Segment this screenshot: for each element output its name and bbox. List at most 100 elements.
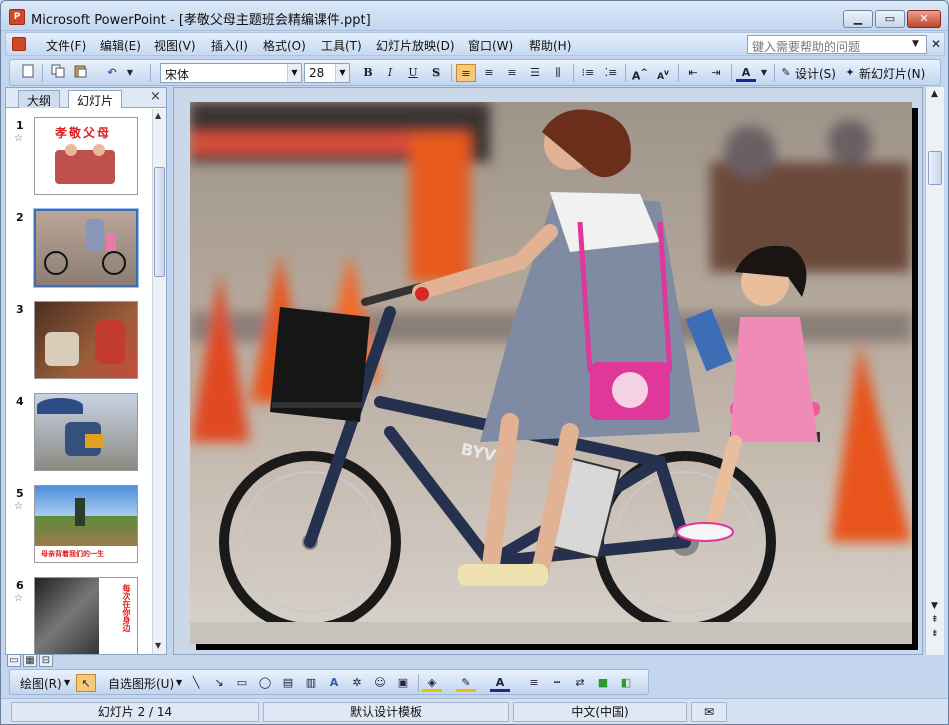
bullets-icon[interactable]: ⁚≡	[601, 64, 621, 82]
menu-slideshow[interactable]: 幻灯片放映(D)	[376, 37, 455, 54]
slide-thumbnail-1[interactable]: 1 ☆ 孝敬父母	[6, 113, 152, 201]
autoshapes-menu-button[interactable]: 自选图形(U)	[108, 675, 174, 692]
undo-icon[interactable]: ↶	[102, 64, 122, 82]
copy-icon[interactable]	[48, 64, 68, 82]
font-dropdown-icon[interactable]: ▼	[287, 64, 301, 82]
vertical-text-icon[interactable]: ⫼	[548, 64, 568, 82]
align-center-icon[interactable]: ≡	[479, 64, 499, 82]
shadow-button[interactable]: S	[426, 64, 446, 82]
design-button[interactable]: 设计(S)	[795, 65, 836, 82]
wordart-icon[interactable]: A	[324, 674, 344, 692]
new-slide-button[interactable]: 新幻灯片(N)	[859, 65, 925, 82]
diagram-icon[interactable]: ✲	[347, 674, 367, 692]
menu-edit[interactable]: 编辑(E)	[100, 37, 141, 54]
line-tool-icon[interactable]: ╲	[186, 674, 206, 692]
slide-sorter-view-icon[interactable]: ▦	[23, 654, 37, 667]
size-dropdown-icon[interactable]: ▼	[335, 64, 349, 82]
scroll-up-icon[interactable]: ▲	[155, 111, 161, 120]
underline-button[interactable]: U	[403, 64, 423, 82]
slide-scroll-thumb[interactable]	[928, 151, 942, 185]
line-style-icon[interactable]: ≡	[524, 674, 544, 692]
slide-thumbnail-4[interactable]: 4	[6, 389, 152, 477]
help-dropdown-icon[interactable]: ▼	[912, 39, 919, 49]
paste-icon[interactable]	[70, 64, 90, 82]
design-icon[interactable]: ✎	[776, 64, 796, 82]
slide-vertical-scrollbar[interactable]: ▲ ▼ ⇞ ⇟	[925, 87, 944, 655]
document-icon[interactable]	[12, 37, 26, 51]
bold-button[interactable]: B	[358, 64, 378, 82]
undo-dropdown-icon[interactable]: ▼	[120, 64, 140, 82]
vertical-textbox-icon[interactable]: ▥	[301, 674, 321, 692]
slide-thumbnail-2[interactable]: 2	[6, 205, 152, 293]
draw-menu-button[interactable]: 绘图(R)	[20, 675, 62, 692]
menu-window[interactable]: 窗口(W)	[468, 37, 513, 54]
font-name-select[interactable]: 宋体 ▼	[160, 63, 302, 83]
slideshow-view-icon[interactable]: ⊟	[39, 654, 53, 667]
menu-insert[interactable]: 插入(I)	[211, 37, 248, 54]
picture-icon[interactable]: ▣	[393, 674, 413, 692]
rectangle-tool-icon[interactable]: ▭	[232, 674, 252, 692]
increase-indent-icon[interactable]: ⇥	[706, 64, 726, 82]
menu-tools[interactable]: 工具(T)	[321, 37, 362, 54]
text-color-icon[interactable]: A	[490, 674, 510, 692]
slide-2-image	[33, 208, 139, 288]
scroll-up-icon[interactable]: ▲	[931, 89, 938, 99]
arrow-tool-icon[interactable]: ↘	[209, 674, 229, 692]
tab-slides[interactable]: 幻灯片	[68, 90, 123, 108]
tab-outline[interactable]: 大纲	[18, 90, 61, 108]
language-status: 中文(中国)	[513, 702, 687, 722]
thumbnails-scrollbar[interactable]: ▲ ▼	[152, 109, 166, 654]
decrease-indent-icon[interactable]: ⇤	[683, 64, 703, 82]
menu-format[interactable]: 格式(O)	[263, 37, 306, 54]
arrow-style-icon[interactable]: ⇄	[570, 674, 590, 692]
scroll-down-icon[interactable]: ▼	[155, 641, 161, 650]
font-color-icon[interactable]: A	[736, 64, 756, 82]
close-window-button[interactable]: ✕	[907, 10, 941, 28]
align-right-icon[interactable]: ≡	[502, 64, 522, 82]
font-color-dropdown-icon[interactable]: ▼	[754, 64, 774, 82]
pane-close-button[interactable]: ×	[150, 89, 161, 104]
slide-thumbnail-6[interactable]: 6 ☆ 每次在你身边	[6, 573, 152, 654]
previous-slide-icon[interactable]: ⇞	[931, 615, 939, 625]
menu-view[interactable]: 视图(V)	[154, 37, 196, 54]
spelling-status-icon[interactable]: ✉	[691, 702, 727, 722]
italic-button[interactable]: I	[380, 64, 400, 82]
clipart-icon[interactable]: ☺	[370, 674, 390, 692]
numbering-icon[interactable]: ⁝≡	[578, 64, 598, 82]
menu-file[interactable]: 文件(F)	[46, 37, 86, 54]
fill-color-icon[interactable]: ◈	[422, 674, 442, 692]
font-size-select[interactable]: 28 ▼	[304, 63, 350, 83]
draw-dropdown-icon[interactable]: ▼	[64, 678, 70, 687]
distribute-icon[interactable]: ☰	[525, 64, 545, 82]
menu-help[interactable]: 帮助(H)	[529, 37, 571, 54]
slide-thumbnail-3[interactable]: 3	[6, 297, 152, 385]
3d-style-icon[interactable]: ◧	[616, 674, 636, 692]
standard-toolbar: ↶ ▼ 宋体 ▼ 28 ▼ B I U S ≡ ≡ ≡ ☰ ⫼ ⁝≡ ⁚≡ A^…	[9, 59, 941, 86]
align-left-icon[interactable]: ≡	[456, 64, 476, 82]
new-document-icon[interactable]	[18, 64, 38, 82]
slide-thumbnail-5[interactable]: 5 ☆ 母亲背着我们的一生	[6, 481, 152, 569]
title-bar: P Microsoft PowerPoint - [孝敬父母主题班会精编课件.p…	[1, 1, 948, 31]
dash-style-icon[interactable]: ┅	[547, 674, 567, 692]
scroll-down-icon[interactable]: ▼	[931, 601, 938, 611]
increase-font-icon[interactable]: A^	[630, 64, 650, 83]
current-slide[interactable]: BYVIN	[190, 102, 912, 644]
slide-thumbnails: 1 ☆ 孝敬父母 2 3 4 5 ☆ 母亲背着我们的一生 6 ☆ 每次在你身边	[6, 109, 152, 654]
help-search-input[interactable]: 键入需要帮助的问题	[747, 35, 927, 54]
oval-tool-icon[interactable]: ◯	[255, 674, 275, 692]
normal-view-icon[interactable]: ▭	[7, 654, 21, 667]
scroll-thumb[interactable]	[154, 167, 165, 277]
new-slide-icon[interactable]: ✦	[840, 64, 860, 82]
minimize-button[interactable]: ▁	[843, 10, 873, 28]
close-document-button[interactable]: ✕	[931, 37, 941, 51]
shadow-style-icon[interactable]: ■	[593, 674, 613, 692]
next-slide-icon[interactable]: ⇟	[931, 629, 939, 639]
maximize-button[interactable]: ▭	[875, 10, 905, 28]
decrease-font-icon[interactable]: Av	[653, 64, 673, 82]
autoshapes-dropdown-icon[interactable]: ▼	[176, 678, 182, 687]
textbox-tool-icon[interactable]: ▤	[278, 674, 298, 692]
select-pointer-icon[interactable]: ↖	[76, 674, 96, 692]
powerpoint-app-icon[interactable]: P	[9, 9, 25, 25]
slide-5-caption: 母亲背着我们的一生	[41, 550, 104, 558]
line-color-icon[interactable]: ✎	[456, 674, 476, 692]
